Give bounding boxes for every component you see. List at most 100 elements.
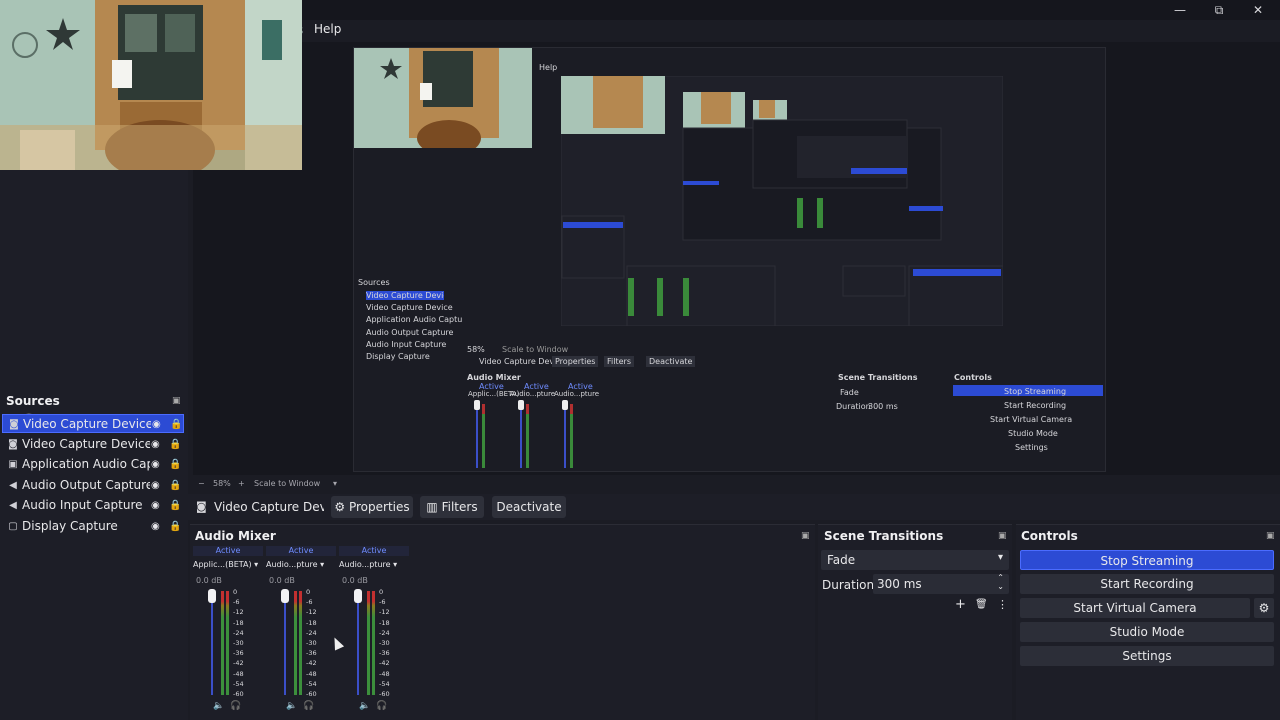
filters-button[interactable]: ▥ Filters: [420, 496, 484, 518]
undock-icon[interactable]: ▣: [1266, 531, 1275, 541]
start-virtual-camera-button[interactable]: Start Virtual Camera: [1020, 598, 1250, 618]
visibility-eye-icon[interactable]: ◉: [151, 455, 160, 474]
close-icon[interactable]: ✕: [1246, 2, 1270, 18]
studio-mode-button[interactable]: Studio Mode: [1020, 622, 1274, 642]
source-item[interactable]: ▢ Display Capture ◉ 🔒: [2, 517, 184, 536]
menu-help[interactable]: Help: [314, 22, 341, 36]
nested-audio-mixer-title: Audio Mixer: [467, 373, 521, 382]
undock-icon[interactable]: ▣: [801, 531, 810, 541]
channel-active-badge: Active: [339, 546, 409, 556]
lock-icon[interactable]: 🔒: [169, 496, 181, 515]
controls-dock: Controls ▣ Stop Streaming Start Recordin…: [1016, 524, 1280, 720]
preview-canvas[interactable]: Help Sources Video Capture Devi Video Ca…: [193, 42, 1280, 475]
nested-sources-title: Sources: [358, 278, 390, 287]
visibility-eye-icon[interactable]: ◉: [151, 496, 160, 515]
nested-properties: Properties: [552, 356, 599, 367]
minimize-icon[interactable]: —: [1168, 2, 1192, 18]
lock-icon[interactable]: 🔒: [169, 476, 181, 495]
trash-icon[interactable]: 🗑: [975, 599, 988, 610]
db-tick-label: -60: [379, 689, 390, 698]
lock-icon[interactable]: 🔒: [169, 455, 181, 474]
db-tick-label: -42: [379, 659, 390, 668]
mute-speaker-icon[interactable]: 🔈: [286, 701, 297, 711]
monitor-headphones-icon[interactable]: 🎧: [230, 701, 241, 711]
transition-select[interactable]: Fade ▾: [821, 550, 1009, 570]
scale-mode-select[interactable]: Scale to Window: [254, 479, 320, 488]
source-item[interactable]: ◙ Video Capture Device 2 ◉ 🔒: [2, 414, 184, 433]
nested-recursive-obs-image: [561, 76, 1003, 326]
source-label: Video Capture Device: [22, 436, 150, 451]
settings-button[interactable]: Settings: [1020, 646, 1274, 666]
nested-source-item: Audio Input Capture: [366, 339, 447, 349]
channel-name[interactable]: Audio...pture ▾: [339, 560, 397, 569]
visibility-eye-icon[interactable]: ◉: [151, 476, 160, 495]
visibility-eye-icon[interactable]: ◉: [151, 435, 160, 454]
nested-start-virtual-camera: Start Virtual Camera: [990, 415, 1073, 424]
channel-db: 0.0 dB: [269, 576, 295, 585]
monitor-headphones-icon[interactable]: 🎧: [303, 701, 314, 711]
virtual-camera-settings-button[interactable]: ⚙: [1254, 598, 1274, 618]
properties-label: Properties: [348, 500, 410, 514]
source-item[interactable]: ◙ Video Capture Device ◉ 🔒: [2, 435, 184, 454]
monitor-headphones-icon[interactable]: 🎧: [376, 701, 387, 711]
nested-deactivate: Deactivate: [646, 356, 696, 367]
visibility-eye-icon[interactable]: ◉: [151, 517, 160, 536]
zoom-out-icon[interactable]: −: [198, 479, 205, 488]
mute-speaker-icon[interactable]: 🔈: [213, 701, 224, 711]
duration-label: Duration: [822, 578, 875, 592]
zoom-in-icon[interactable]: +: [238, 479, 245, 488]
context-source-name: Video Capture Device: [214, 500, 324, 514]
lock-icon[interactable]: 🔒: [170, 415, 182, 434]
add-transition-icon[interactable]: +: [955, 597, 966, 612]
lock-icon[interactable]: 🔒: [169, 435, 181, 454]
start-recording-button[interactable]: Start Recording: [1020, 574, 1274, 594]
source-label: Video Capture Device 2: [23, 417, 151, 431]
nested-source-item: Video Capture Device: [366, 303, 453, 313]
nested-scene-transitions-title: Scene Transitions: [838, 373, 918, 382]
more-options-icon[interactable]: ⋮: [997, 598, 1008, 611]
mute-speaker-icon[interactable]: 🔈: [359, 701, 370, 711]
volume-slider-track[interactable]: [211, 591, 213, 695]
db-scale: 0 -6 -12 -18 -24 -30 -36 -42 -48 -54 -60: [379, 588, 390, 701]
lock-icon[interactable]: 🔒: [169, 517, 181, 536]
source-item[interactable]: ◀ Audio Input Capture ◉ 🔒: [2, 496, 184, 515]
chevron-down-icon[interactable]: ▾: [333, 479, 337, 488]
zoom-bar: − 58% + Scale to Window ▾: [193, 475, 1280, 492]
volume-slider-track[interactable]: [284, 591, 286, 695]
channel-name[interactable]: Applic...(BETA) ▾: [193, 560, 258, 569]
duration-value: 300 ms: [877, 577, 922, 591]
context-toolbar: ◙ Video Capture Device ⚙ Properties ▥ Fi…: [188, 494, 1280, 520]
stop-streaming-button[interactable]: Stop Streaming: [1020, 550, 1274, 570]
deactivate-button[interactable]: Deactivate: [492, 496, 566, 518]
nested-settings: Settings: [1015, 443, 1048, 452]
mouse-cursor: [329, 635, 345, 651]
source-label: Audio Input Capture: [22, 498, 143, 513]
db-tick-label: -60: [306, 689, 317, 698]
nested-filters: Filters: [604, 356, 634, 367]
source-item[interactable]: ▣ Application Audio Capture◉ 🔒: [2, 455, 184, 474]
nested-source-item: Display Capture: [366, 352, 430, 361]
channel-name[interactable]: Audio...pture ▾: [266, 560, 324, 569]
stepper-up-icon[interactable]: ⌃: [997, 573, 1004, 582]
nested-help: Help: [539, 63, 558, 72]
undock-icon[interactable]: ▣: [172, 396, 181, 406]
controls-title: Controls: [1021, 529, 1078, 543]
properties-button[interactable]: ⚙ Properties: [331, 496, 413, 518]
maximize-icon[interactable]: ⧉: [1207, 2, 1231, 18]
stepper-down-icon[interactable]: ⌄: [997, 582, 1004, 591]
volume-slider-knob[interactable]: [354, 589, 362, 603]
visibility-eye-icon[interactable]: ◉: [152, 415, 161, 434]
source-item[interactable]: ◀ Audio Output Capture ◉ 🔒: [2, 476, 184, 495]
level-meter: [221, 591, 224, 695]
level-meter: [226, 591, 229, 695]
nested-source-item: Audio Output Capture: [366, 327, 454, 337]
volume-slider-knob[interactable]: [281, 589, 289, 603]
volume-slider-knob[interactable]: [208, 589, 216, 603]
db-tick-label: -42: [306, 659, 317, 668]
volume-slider-track[interactable]: [357, 591, 359, 695]
webcam-preview-image: [0, 0, 302, 170]
duration-spinbox[interactable]: 300 ms ⌃ ⌄: [873, 573, 1009, 594]
undock-icon[interactable]: ▣: [998, 531, 1007, 541]
level-meter: [372, 591, 375, 695]
monitor-icon: ▢: [8, 521, 18, 532]
